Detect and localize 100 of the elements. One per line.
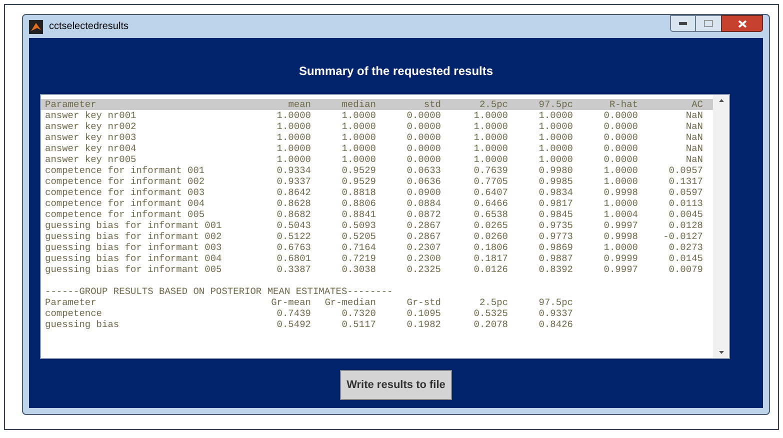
table-cell: 0.9334	[276, 165, 311, 176]
table-cell: competence for informant 003	[45, 187, 205, 198]
table-cell: 1.0000	[342, 110, 376, 121]
table-cell: 0.0884	[406, 198, 441, 209]
table-cell: 1.0000	[604, 165, 638, 176]
table-cell: 0.0273	[668, 242, 703, 253]
table-cell: 0.3387	[276, 264, 311, 275]
table-cell: 0.0128	[668, 220, 703, 231]
table-cell: 2.5pc	[479, 297, 508, 308]
table-cell: 0.5117	[342, 319, 376, 330]
table-cell: 0.3038	[342, 264, 376, 275]
table-cell: 0.0000	[406, 143, 441, 154]
scroll-up-icon	[718, 99, 724, 102]
table-cell: 1.0000	[474, 143, 508, 154]
table-cell: 0.8682	[276, 209, 311, 220]
table-cell: 1.0000	[474, 154, 508, 165]
table-cell: 0.7639	[474, 165, 508, 176]
maximize-button[interactable]	[696, 15, 721, 32]
table-cell: 0.9845	[538, 209, 573, 220]
table-cell: 1.0000	[604, 242, 638, 253]
minimize-button[interactable]	[670, 15, 696, 32]
table-cell: 0.8818	[342, 187, 376, 198]
table-cell: 0.0000	[406, 110, 441, 121]
table-cell: NaN	[686, 154, 703, 165]
table-cell: 0.0260	[474, 231, 508, 242]
table-cell: 0.2300	[406, 253, 441, 264]
column-header: 2.5pc	[479, 99, 508, 110]
scrollbar[interactable]	[713, 95, 729, 358]
table-cell: 0.5205	[342, 231, 376, 242]
table-cell: 0.2867	[406, 231, 441, 242]
table-cell: 0.5325	[474, 308, 508, 319]
table-cell: guessing bias for informant 005	[45, 264, 222, 275]
table-cell: guessing bias for informant 004	[45, 253, 222, 264]
table-cell: 1.0000	[342, 154, 376, 165]
table-cell: 1.0000	[276, 143, 311, 154]
table-cell: 0.0113	[668, 198, 703, 209]
group-divider-text: ------GROUP RESULTS BASED ON POSTERIOR MEAN ESTIMATES--------	[44, 286, 393, 297]
table-cell: 0.9529	[342, 176, 376, 187]
table-cell: 0.1806	[474, 242, 508, 253]
table-cell: 0.6466	[474, 198, 508, 209]
table-cell: 1.0004	[604, 209, 638, 220]
column-header: AC	[692, 99, 703, 110]
table-cell: 0.0000	[604, 143, 638, 154]
table-cell: 0.1817	[474, 253, 508, 264]
table-cell: 0.8426	[538, 319, 573, 330]
table-cell: answer key nr001	[45, 110, 136, 121]
table-cell: Gr-median	[324, 297, 376, 308]
table-cell: -0.0127	[663, 231, 703, 242]
maximize-icon	[704, 20, 713, 27]
table-cell: 0.8392	[538, 264, 573, 275]
table-cell: 0.0000	[406, 132, 441, 143]
table-cell: 1.0000	[474, 110, 508, 121]
table-cell: 0.6801	[276, 253, 311, 264]
table-cell: 0.1982	[406, 319, 441, 330]
table-cell: competence	[45, 308, 102, 319]
table-cell: answer key nr004	[45, 143, 136, 154]
table-cell: 0.0000	[604, 121, 638, 132]
table-cell: guessing bias for informant 003	[45, 242, 222, 253]
table-cell: 97.5pc	[538, 297, 573, 308]
table-cell: 1.0000	[342, 132, 376, 143]
column-header: std	[424, 99, 441, 110]
table-cell: NaN	[686, 143, 703, 154]
table-cell: 0.2078	[474, 319, 508, 330]
column-header: median	[342, 99, 376, 110]
table-cell: 0.9869	[538, 242, 573, 253]
table-cell: 1.0000	[538, 121, 573, 132]
table-cell: 0.0633	[406, 165, 441, 176]
table-cell: 0.0000	[604, 132, 638, 143]
table-cell: 0.9337	[538, 308, 573, 319]
column-header: 97.5pc	[538, 99, 573, 110]
table-cell: 0.2307	[406, 242, 441, 253]
table-cell: 0.5122	[276, 231, 311, 242]
write-results-button[interactable]: Write results to file	[340, 370, 452, 400]
table-cell: 0.7320	[342, 308, 376, 319]
column-header: Parameter	[45, 99, 96, 110]
table-cell: 0.0079	[668, 264, 703, 275]
table-cell: competence for informant 002	[45, 176, 205, 187]
close-button[interactable]	[721, 15, 763, 32]
table-cell: 0.8841	[342, 209, 376, 220]
table-cell: 0.7705	[474, 176, 508, 187]
table-cell: 0.0597	[668, 187, 703, 198]
table-cell: 1.0000	[604, 198, 638, 209]
column-header: mean	[288, 99, 311, 110]
table-cell: 0.9997	[604, 220, 638, 231]
table-cell: competence for informant 001	[45, 165, 205, 176]
table-cell: 0.9887	[538, 253, 573, 264]
table-cell: Gr-mean	[271, 297, 311, 308]
table-cell: 1.0000	[538, 110, 573, 121]
table-cell: 0.9529	[342, 165, 376, 176]
table-cell: 0.1317	[668, 176, 703, 187]
table-cell: Parameter	[45, 297, 96, 308]
table-cell: 0.0145	[668, 253, 703, 264]
table-cell: 0.7439	[276, 308, 311, 319]
table-cell: answer key nr002	[45, 121, 136, 132]
app-logo-icon	[29, 20, 43, 34]
table-cell: 0.0000	[406, 121, 441, 132]
table-cell: NaN	[686, 110, 703, 121]
table-cell: 0.9834	[538, 187, 573, 198]
table-cell: 0.5093	[342, 220, 376, 231]
table-cell: 0.0957	[668, 165, 703, 176]
